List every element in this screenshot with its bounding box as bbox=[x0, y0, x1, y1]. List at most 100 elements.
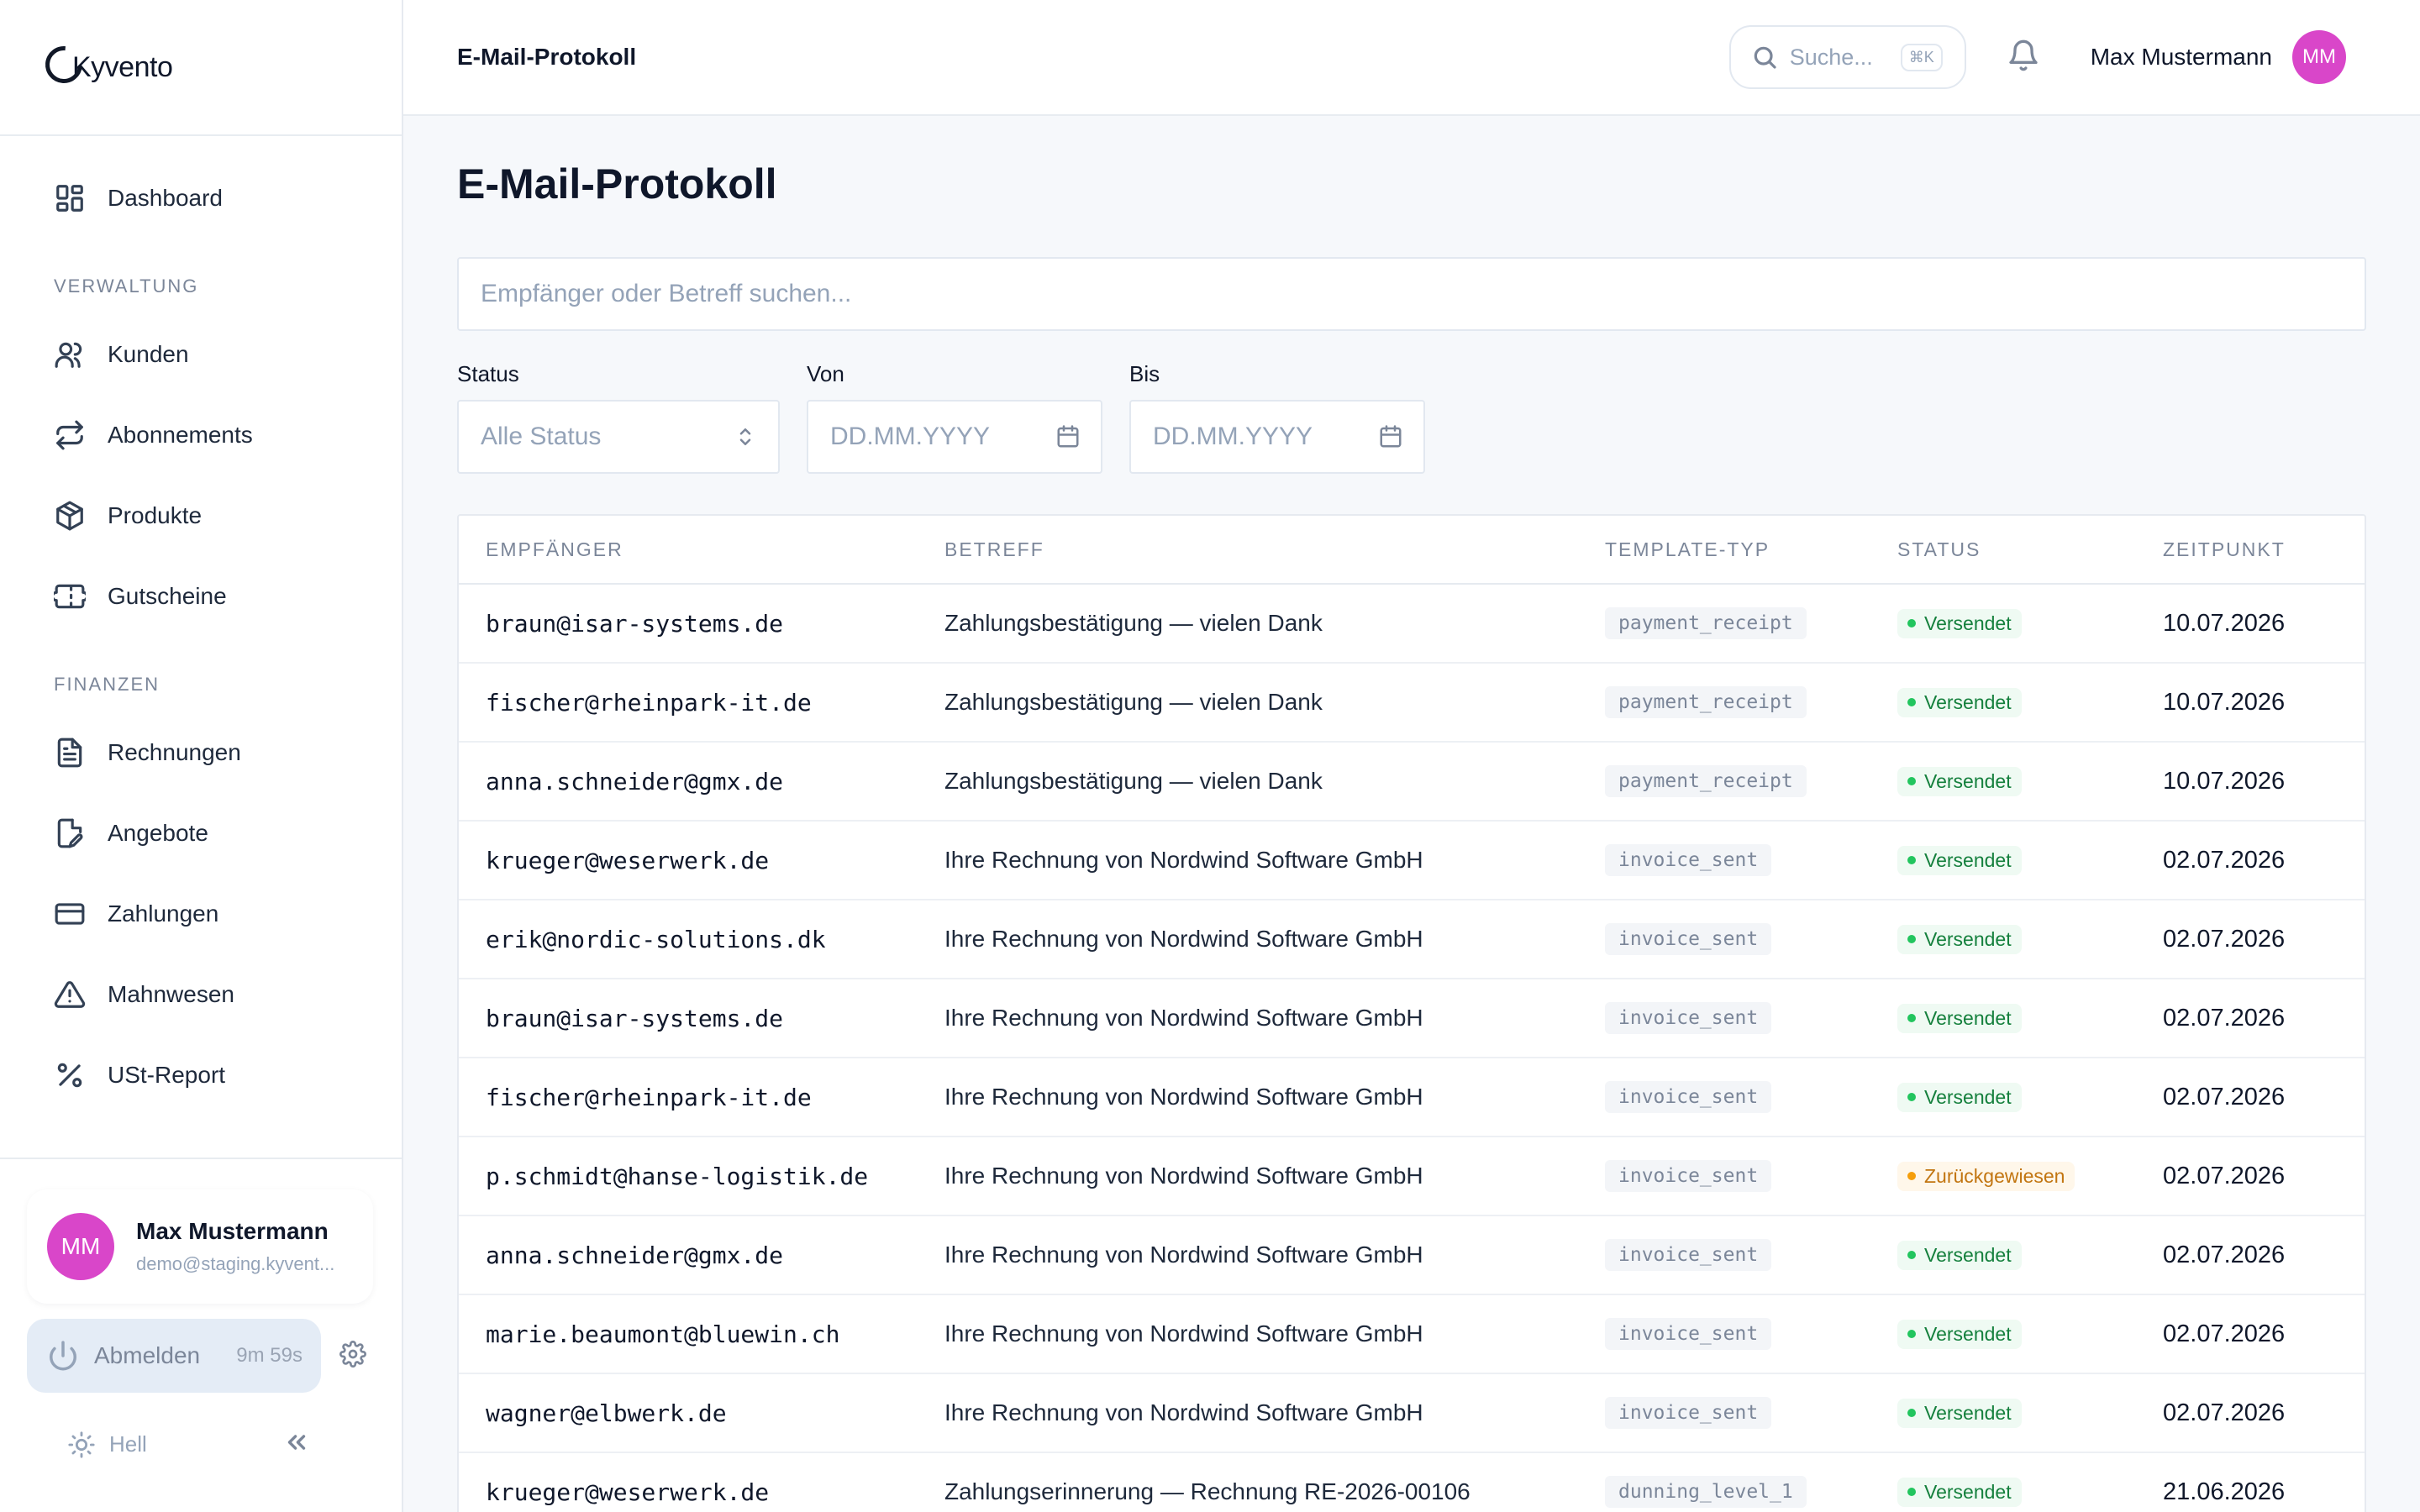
template-type-badge: dunning_level_1 bbox=[1605, 1476, 1807, 1508]
sidebar-item-label: Dashboard bbox=[108, 185, 223, 211]
sidebar-item-dashboard[interactable]: Dashboard bbox=[0, 158, 402, 239]
topbar-title: E-Mail-Protokoll bbox=[457, 44, 637, 70]
avatar: MM bbox=[47, 1213, 114, 1280]
sidebar-item-label: Abonnements bbox=[108, 422, 253, 448]
column-header[interactable]: TEMPLATE-TYP bbox=[1605, 538, 1897, 561]
sidebar-item-abonnements[interactable]: Abonnements bbox=[0, 395, 402, 475]
table-row[interactable]: anna.schneider@gmx.de Zahlungsbestätigun… bbox=[459, 743, 2365, 822]
sidebar-item-mahnwesen[interactable]: Mahnwesen bbox=[0, 954, 402, 1035]
status-badge: Versendet bbox=[1897, 1082, 2022, 1112]
status-badge: Versendet bbox=[1897, 766, 2022, 796]
sidebar-item-gutscheine[interactable]: Gutscheine bbox=[0, 556, 402, 637]
power-icon bbox=[50, 1341, 76, 1371]
credit-card-icon bbox=[55, 903, 85, 925]
timestamp: 02.07.2026 bbox=[2163, 1241, 2286, 1268]
sidebar-item-label: Zahlungen bbox=[108, 900, 219, 927]
settings-button[interactable] bbox=[339, 1340, 366, 1372]
status-dot-icon bbox=[1907, 1172, 1916, 1180]
status-dot-icon bbox=[1907, 777, 1916, 785]
gear-icon bbox=[339, 1340, 366, 1368]
timestamp: 02.07.2026 bbox=[2163, 925, 2286, 953]
table-row[interactable]: p.schmidt@hanse-logistik.de Ihre Rechnun… bbox=[459, 1137, 2365, 1216]
brand[interactable]: Kyvento bbox=[0, 0, 402, 136]
email-subject: Ihre Rechnung von Nordwind Software GmbH bbox=[944, 1084, 1423, 1110]
von-date-input[interactable]: DD.MM.YYYY bbox=[807, 400, 1102, 474]
sidebar-item-angebote[interactable]: Angebote bbox=[0, 793, 402, 874]
status-label: Versendet bbox=[1924, 612, 2012, 634]
percent-icon bbox=[57, 1063, 82, 1088]
status-dot-icon bbox=[1907, 1409, 1916, 1417]
recipient-email: krueger@weserwerk.de bbox=[486, 1478, 770, 1506]
sidebar-item-label: Angebote bbox=[108, 820, 208, 846]
email-subject: Ihre Rechnung von Nordwind Software GmbH bbox=[944, 1163, 1423, 1189]
recipient-email: anna.schneider@gmx.de bbox=[486, 767, 784, 795]
notifications-button[interactable] bbox=[2007, 39, 2040, 76]
sidebar-item-rechnungen[interactable]: Rechnungen bbox=[0, 712, 402, 793]
sidebar-item-kunden[interactable]: Kunden bbox=[0, 314, 402, 395]
users-icon bbox=[55, 342, 82, 368]
logout-button[interactable]: Abmelden 9m 59s bbox=[27, 1319, 321, 1393]
file-text-icon bbox=[57, 738, 82, 768]
collapse-sidebar-button[interactable] bbox=[282, 1428, 311, 1461]
recipient-email: p.schmidt@hanse-logistik.de bbox=[486, 1162, 869, 1190]
status-badge: Versendet bbox=[1897, 1477, 2022, 1507]
logout-label: Abmelden bbox=[94, 1342, 201, 1368]
email-search-input[interactable] bbox=[457, 257, 2366, 331]
sidebar-item-ust-report[interactable]: USt-Report bbox=[0, 1035, 402, 1116]
status-label: Versendet bbox=[1924, 1322, 2012, 1345]
template-type-badge: invoice_sent bbox=[1605, 923, 1772, 955]
table-row[interactable]: marie.beaumont@bluewin.ch Ihre Rechnung … bbox=[459, 1295, 2365, 1374]
user-name: Max Mustermann bbox=[136, 1218, 329, 1244]
email-subject: Ihre Rechnung von Nordwind Software GmbH bbox=[944, 1005, 1423, 1031]
status-badge: Versendet bbox=[1897, 845, 2022, 875]
status-label: Versendet bbox=[1924, 690, 2012, 713]
von-date-placeholder: DD.MM.YYYY bbox=[830, 423, 991, 450]
bis-date-input[interactable]: DD.MM.YYYY bbox=[1129, 400, 1425, 474]
table-row[interactable]: fischer@rheinpark-it.de Ihre Rechnung vo… bbox=[459, 1058, 2365, 1137]
page-title: E-Mail-Protokoll bbox=[457, 160, 777, 207]
email-subject: Ihre Rechnung von Nordwind Software GmbH bbox=[944, 926, 1423, 952]
von-filter: Von DD.MM.YYYY bbox=[807, 361, 1102, 474]
recipient-email: fischer@rheinpark-it.de bbox=[486, 1083, 812, 1111]
theme-toggle[interactable]: Hell bbox=[67, 1431, 147, 1459]
sidebar-item-label: Mahnwesen bbox=[108, 981, 234, 1007]
table-row[interactable]: krueger@weserwerk.de Ihre Rechnung von N… bbox=[459, 822, 2365, 900]
user-card[interactable]: MM Max Mustermann demo@staging.kyvent... bbox=[27, 1189, 373, 1304]
logout-row: Abmelden 9m 59s bbox=[27, 1319, 373, 1393]
table-row[interactable]: braun@isar-systems.de Zahlungsbestätigun… bbox=[459, 585, 2365, 664]
table-row[interactable]: wagner@elbwerk.de Ihre Rechnung von Nord… bbox=[459, 1374, 2365, 1453]
recipient-email: braun@isar-systems.de bbox=[486, 1004, 784, 1032]
avatar[interactable]: MM bbox=[2292, 30, 2346, 84]
status-label: Versendet bbox=[1924, 1243, 2012, 1266]
table-row[interactable]: anna.schneider@gmx.de Ihre Rechnung von … bbox=[459, 1216, 2365, 1295]
column-header[interactable]: ZEITPUNKT bbox=[2163, 538, 2365, 561]
status-label: Versendet bbox=[1924, 769, 2012, 792]
template-type-badge: invoice_sent bbox=[1605, 1397, 1772, 1429]
email-subject: Zahlungsbestätigung — vielen Dank bbox=[944, 689, 1323, 715]
shortcut-badge: ⌘K bbox=[1900, 43, 1943, 71]
table-row[interactable]: erik@nordic-solutions.dk Ihre Rechnung v… bbox=[459, 900, 2365, 979]
status-badge: Versendet bbox=[1897, 608, 2022, 638]
status-label: Zurückgewiesen bbox=[1924, 1164, 2065, 1187]
status-dot-icon bbox=[1907, 698, 1916, 706]
table-row[interactable]: krueger@weserwerk.de Zahlungserinnerung … bbox=[459, 1453, 2365, 1512]
recipient-email: fischer@rheinpark-it.de bbox=[486, 688, 812, 717]
template-type-badge: invoice_sent bbox=[1605, 844, 1772, 876]
status-label: Versendet bbox=[1924, 927, 2012, 950]
column-header[interactable]: STATUS bbox=[1897, 538, 2163, 561]
sidebar-item-produkte[interactable]: Produkte bbox=[0, 475, 402, 556]
template-type-badge: invoice_sent bbox=[1605, 1002, 1772, 1034]
sidebar-item-label: Gutscheine bbox=[108, 583, 227, 609]
status-select[interactable]: Alle Status bbox=[457, 400, 780, 474]
table-row[interactable]: fischer@rheinpark-it.de Zahlungsbestätig… bbox=[459, 664, 2365, 743]
recipient-email: anna.schneider@gmx.de bbox=[486, 1241, 784, 1269]
column-header[interactable]: BETREFF bbox=[944, 538, 1605, 561]
table-row[interactable]: braun@isar-systems.de Ihre Rechnung von … bbox=[459, 979, 2365, 1058]
topbar-user-name[interactable]: Max Mustermann bbox=[2091, 44, 2272, 71]
sidebar-item-zahlungen[interactable]: Zahlungen bbox=[0, 874, 402, 954]
global-search[interactable]: Suche... ⌘K bbox=[1728, 25, 1966, 89]
column-header[interactable]: EMPFÄNGER bbox=[459, 538, 944, 561]
table-header: EMPFÄNGER BETREFF TEMPLATE-TYP STATUS ZE… bbox=[459, 516, 2365, 585]
status-dot-icon bbox=[1907, 856, 1916, 864]
file-edit-icon bbox=[57, 818, 83, 848]
